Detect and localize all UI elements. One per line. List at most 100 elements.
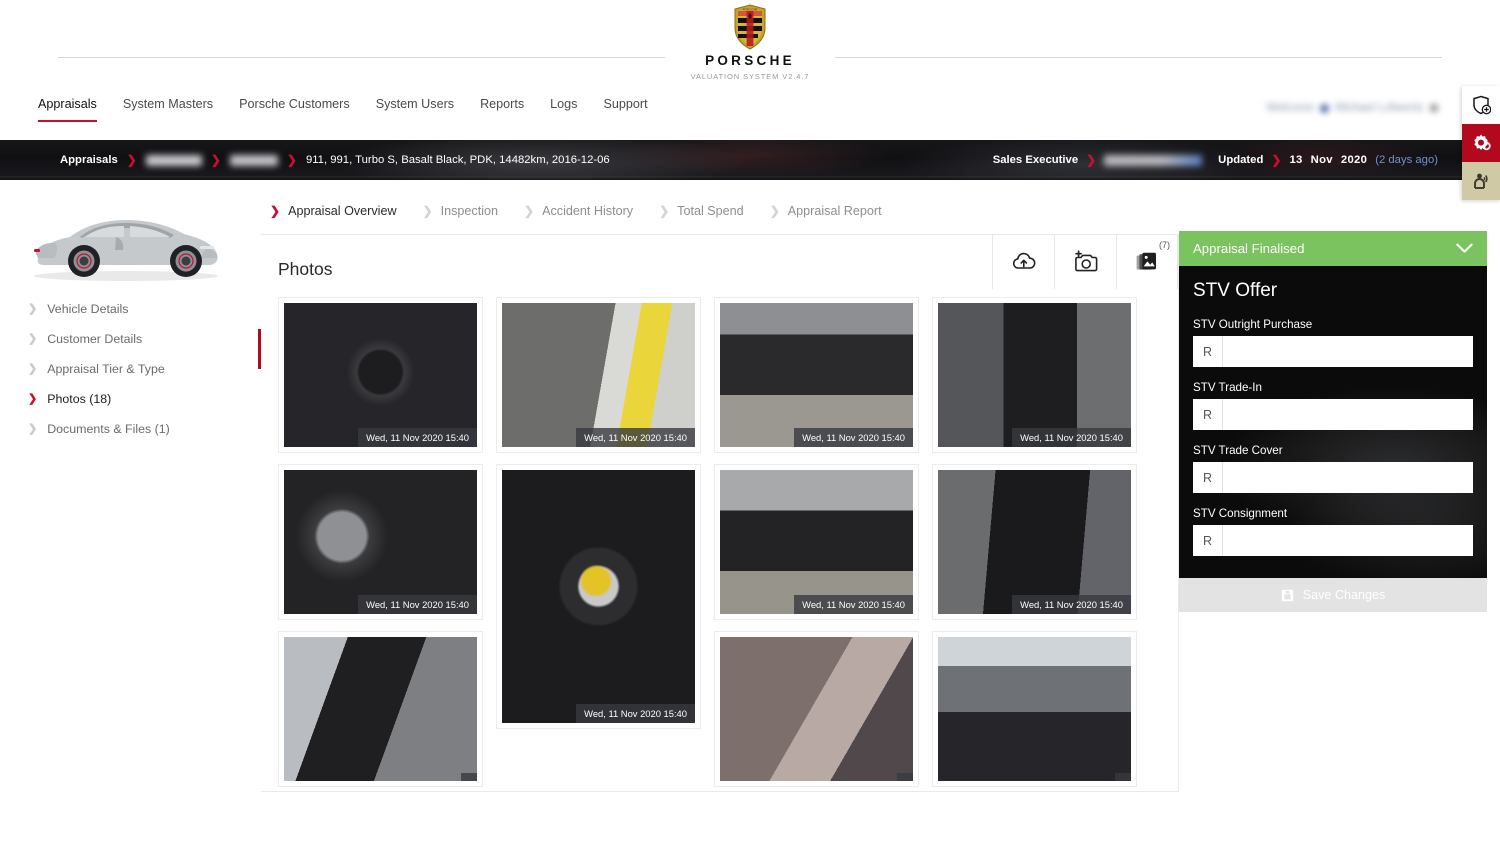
stv-consignment-label: STV Consignment xyxy=(1193,507,1288,520)
stv-consignment-row: R xyxy=(1193,525,1473,556)
sidebar-item-label: Appraisal Tier & Type xyxy=(47,362,165,376)
support-broadcast-button[interactable] xyxy=(1462,162,1500,200)
user-menu-dot-icon xyxy=(1430,104,1438,112)
user-welcome[interactable]: Welcome Michael Lofwentz xyxy=(1266,102,1438,114)
breadcrumb-root[interactable]: Appraisals xyxy=(60,154,118,166)
nav-item-support[interactable]: Support xyxy=(603,95,647,111)
tab-total-spend[interactable]: ❯ Total Spend xyxy=(659,204,744,218)
nav-item-appraisals[interactable]: Appraisals xyxy=(38,95,97,122)
photo-grid: Wed, 11 Nov 2020 15:40 Wed, 11 Nov 2020 … xyxy=(261,291,1178,791)
stv-trade-cover-label: STV Trade Cover xyxy=(1193,444,1283,457)
photo-thumbnail[interactable]: Wed, 11 Nov 2020 15:40 xyxy=(714,297,919,453)
currency-symbol: R xyxy=(1193,399,1223,430)
photo-thumbnail[interactable]: Wed, 11 Nov 2020 15:40 xyxy=(278,297,483,453)
user-name: Michael Lofwentz xyxy=(1335,102,1424,114)
upload-photo-button[interactable] xyxy=(992,235,1054,289)
tab-inspection[interactable]: ❯ Inspection xyxy=(423,204,498,218)
photo-thumbnail[interactable]: Wed, 11 Nov 2020 15:40 xyxy=(496,297,701,453)
appraisal-tabs: ❯ Appraisal Overview ❯ Inspection ❯ Acci… xyxy=(258,192,1179,234)
sidebar-item-customer-details[interactable]: ❯ Customer Details xyxy=(0,324,258,354)
sidebar-item-vehicle-details[interactable]: ❯ Vehicle Details xyxy=(0,294,258,324)
nav-item-reports[interactable]: Reports xyxy=(480,95,524,111)
stv-offer-body: STV Offer STV Outright Purchase R STV Tr… xyxy=(1179,266,1487,578)
tab-appraisal-report[interactable]: ❯ Appraisal Report xyxy=(770,204,882,218)
chevron-right-icon: ❯ xyxy=(524,204,535,218)
take-photo-button[interactable] xyxy=(1054,235,1116,289)
save-changes-label: Save Changes xyxy=(1302,588,1386,602)
photos-panel-header: Photos (7) xyxy=(261,235,1178,291)
breadcrumb-meta: Sales Executive ❯ Updated ❯ 13 Nov 2020 … xyxy=(993,154,1438,166)
stv-consignment-field[interactable] xyxy=(1223,525,1473,556)
updated-label: Updated xyxy=(1218,154,1264,166)
photo-image: Wed, 11 Nov 2020 15:40 xyxy=(938,303,1131,447)
brand-wordmark: PORSCHE xyxy=(705,53,795,68)
sidebar-item-label: Customer Details xyxy=(47,332,143,346)
page-body: ❯ Vehicle Details ❯ Customer Details ❯ A… xyxy=(0,180,1500,792)
breadcrumb-segment-2[interactable] xyxy=(145,154,202,166)
chevron-right-icon: ❯ xyxy=(28,422,38,435)
nav-item-system-masters[interactable]: System Masters xyxy=(123,95,213,111)
gallery-count-badge: (7) xyxy=(1159,240,1170,250)
support-broadcast-icon xyxy=(1474,173,1488,189)
chevron-right-icon: ❯ xyxy=(28,392,38,405)
currency-symbol: R xyxy=(1193,462,1223,493)
photo-image: Wed, 11 Nov 2020 15:40 xyxy=(938,470,1131,614)
stv-trade-cover-field[interactable] xyxy=(1223,462,1473,493)
chevron-right-icon: ❯ xyxy=(28,332,38,345)
camera-plus-icon xyxy=(1074,250,1097,272)
chevron-right-icon: ❯ xyxy=(210,153,221,167)
chevron-right-icon: ❯ xyxy=(28,302,38,315)
nav-item-system-users[interactable]: System Users xyxy=(376,95,454,111)
tab-accident-history[interactable]: ❯ Accident History xyxy=(524,204,633,218)
stv-outright-purchase-field[interactable] xyxy=(1223,336,1473,367)
photo-timestamp xyxy=(897,773,913,781)
photo-thumbnail[interactable]: Wed, 11 Nov 2020 15:40 xyxy=(714,464,919,620)
photo-image: Wed, 11 Nov 2020 15:40 xyxy=(502,303,695,447)
photos-actions: (7) xyxy=(992,235,1178,289)
sidebar-item-documents-files[interactable]: ❯ Documents & Files (1) xyxy=(0,414,258,444)
shield-plus-button[interactable] xyxy=(1462,86,1500,124)
photo-image: Wed, 11 Nov 2020 15:40 xyxy=(720,470,913,614)
photo-image: Wed, 11 Nov 2020 15:40 xyxy=(502,470,695,723)
stv-offer-title: STV Offer xyxy=(1193,280,1278,301)
stv-offer-panel: Appraisal Finalised STV Offer STV Outrig… xyxy=(1179,231,1487,612)
tab-appraisal-overview[interactable]: ❯ Appraisal Overview xyxy=(270,204,397,218)
edge-toolbar xyxy=(1462,86,1500,200)
photo-thumbnail[interactable]: Wed, 11 Nov 2020 15:40 xyxy=(496,464,701,729)
chevron-right-icon: ❯ xyxy=(1271,153,1282,167)
appraisal-status-header[interactable]: Appraisal Finalised xyxy=(1179,231,1487,266)
breadcrumb-segment-3[interactable] xyxy=(229,154,278,166)
user-status-dot-icon xyxy=(1320,103,1330,113)
currency-symbol: R xyxy=(1193,525,1223,556)
chevron-right-icon: ❯ xyxy=(270,204,281,218)
stv-trade-in-field[interactable] xyxy=(1223,399,1473,430)
breadcrumb: Appraisals ❯ ❯ ❯ 911, 991, Turbo S, Basa… xyxy=(0,154,610,166)
nav-item-logs[interactable]: Logs xyxy=(550,95,577,111)
photo-timestamp: Wed, 11 Nov 2020 15:40 xyxy=(1012,428,1131,447)
photo-thumbnail[interactable] xyxy=(278,631,483,787)
photo-thumbnail[interactable] xyxy=(932,631,1137,787)
left-sidebar: ❯ Vehicle Details ❯ Customer Details ❯ A… xyxy=(0,180,258,792)
photo-gallery-button[interactable]: (7) xyxy=(1116,235,1178,289)
photo-thumbnail[interactable]: Wed, 11 Nov 2020 15:40 xyxy=(932,464,1137,620)
tab-label: Appraisal Overview xyxy=(288,204,397,218)
stv-outright-purchase-row: R xyxy=(1193,336,1473,367)
photo-thumbnail[interactable]: Wed, 11 Nov 2020 15:40 xyxy=(932,297,1137,453)
sidebar-item-photos[interactable]: ❯ Photos (18) xyxy=(0,384,258,414)
photo-timestamp: Wed, 11 Nov 2020 15:40 xyxy=(358,595,477,614)
photo-image: Wed, 11 Nov 2020 15:40 xyxy=(284,303,477,447)
chevron-right-icon: ❯ xyxy=(286,153,297,167)
photo-thumbnail[interactable] xyxy=(714,631,919,787)
nav-item-porsche-customers[interactable]: Porsche Customers xyxy=(239,95,350,111)
sidebar-item-label: Photos (18) xyxy=(47,392,112,406)
photo-timestamp: Wed, 11 Nov 2020 15:40 xyxy=(1012,595,1131,614)
save-changes-button[interactable]: Save Changes xyxy=(1179,578,1487,612)
tab-label: Accident History xyxy=(542,204,634,218)
brand-subtitle: VALUATION SYSTEM V2.4.7 xyxy=(690,71,810,81)
photo-timestamp: Wed, 11 Nov 2020 15:40 xyxy=(358,428,477,447)
sidebar-item-appraisal-tier-type[interactable]: ❯ Appraisal Tier & Type xyxy=(0,354,258,384)
gear-sync-button[interactable] xyxy=(1462,124,1500,162)
photo-thumbnail[interactable]: Wed, 11 Nov 2020 15:40 xyxy=(278,464,483,620)
photo-timestamp: Wed, 11 Nov 2020 15:40 xyxy=(794,595,913,614)
updated-day: 13 xyxy=(1289,154,1303,166)
